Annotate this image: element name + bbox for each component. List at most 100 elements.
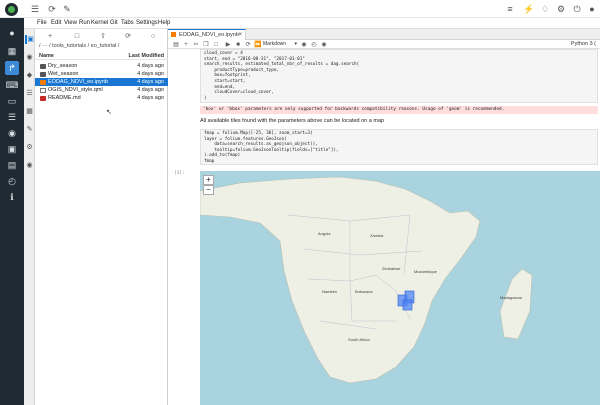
jupyter-icon[interactable]: ↱: [5, 61, 19, 75]
code-cell-map[interactable]: fmap = folium.Map([-25, 30], zoom_start=…: [200, 129, 598, 165]
terminal-icon[interactable]: ⌨: [5, 78, 19, 92]
cell-type-select[interactable]: Markdown ▾: [263, 41, 297, 48]
file-row[interactable]: EODAG_NDVI_eo.ipynb 4 days ago: [35, 78, 168, 86]
map-canvas[interactable]: [200, 171, 600, 405]
mouse-cursor-icon: ↖: [106, 109, 112, 116]
storage-icon[interactable]: ▤: [5, 158, 19, 172]
map-label: Zambia: [370, 233, 384, 238]
output-prompt: [3]:: [174, 171, 185, 176]
edit-icon[interactable]: ✎: [62, 4, 72, 14]
refresh-icon[interactable]: ⟳: [47, 4, 57, 14]
map-label: Angola: [318, 231, 331, 236]
file-row[interactable]: OGIS_NDVI_style.qml 4 days ago: [35, 86, 168, 94]
menu-help[interactable]: Help: [158, 20, 170, 26]
book-icon[interactable]: ▣: [5, 142, 19, 156]
file-list-header: Name Last Modified: [35, 52, 168, 60]
menu-run[interactable]: Run: [79, 20, 90, 26]
menu-edit[interactable]: Edit: [51, 20, 61, 26]
save-icon[interactable]: ▤: [172, 41, 180, 49]
tile-footprint[interactable]: [402, 299, 413, 311]
menu-file[interactable]: File: [37, 20, 47, 26]
menu-kernel[interactable]: Kernel: [91, 20, 108, 26]
info-icon[interactable]: ℹ: [5, 190, 19, 204]
new-launcher-icon[interactable]: +: [45, 32, 55, 41]
notebook-content: cloud_cover = 4 start, end = "2016-08-31…: [168, 49, 600, 405]
menu-bar: File Edit View Run Kernel Git Tabs Setti…: [24, 18, 600, 29]
notebook-toolbar: ▤ + ✂ ❐ □ ▶ ■ ⟳ ⏩ Markdown ▾ ◉ ◴ ◉ Pytho…: [168, 40, 600, 49]
notebook-icon: [40, 79, 46, 85]
tasks-icon[interactable]: ≡: [505, 4, 515, 14]
file-row[interactable]: Dry_season 4 days ago: [35, 62, 168, 70]
restart-icon[interactable]: ⟳: [244, 41, 252, 49]
kernel-name[interactable]: Python 3 (: [571, 41, 596, 47]
file-name: Wet_season: [48, 71, 79, 77]
menu-settings[interactable]: Settings: [136, 20, 158, 26]
hamburger-menu-icon[interactable]: ☰: [30, 4, 40, 14]
refresh-files-icon[interactable]: ⟳: [123, 32, 133, 41]
upload-icon[interactable]: ⇧: [98, 32, 108, 41]
history-icon[interactable]: ◴: [310, 41, 318, 49]
file-name: README.md: [48, 95, 81, 101]
file-row[interactable]: Wet_season 4 days ago: [35, 70, 168, 78]
markdown-icon: [40, 95, 46, 101]
menu-tabs[interactable]: Tabs: [121, 20, 134, 26]
monitor-icon[interactable]: ▭: [5, 94, 19, 108]
insert-cell-icon[interactable]: +: [182, 41, 190, 49]
map-output[interactable]: + − Angola Zambia Namibia Botswana Zimba…: [200, 171, 600, 405]
notebook-tab[interactable]: EODAG_NDVI_eo.ipynb ×: [168, 29, 246, 40]
toc-tab-icon[interactable]: ☰: [25, 89, 34, 98]
cut-icon[interactable]: ✂: [192, 41, 200, 49]
file-name: EODAG_NDVI_eo.ipynb: [48, 79, 108, 85]
top-header: ☰ ⟳ ✎ ≡ ⚡ ♢ ⚙ ⏻ ●: [0, 0, 600, 18]
debugger-tab-icon[interactable]: ⚙: [25, 143, 34, 152]
menu-git[interactable]: Git: [110, 20, 118, 26]
globe-icon[interactable]: ◉: [5, 126, 19, 140]
extension-tab-icon[interactable]: ▦: [25, 107, 34, 116]
close-tab-icon[interactable]: ×: [238, 30, 242, 40]
madagascar-landmass: [499, 268, 533, 340]
markdown-cell[interactable]: All available tiles found with the param…: [200, 118, 384, 124]
account-icon[interactable]: ●: [5, 26, 19, 40]
map-label: Botswana: [355, 289, 373, 294]
cell-type-value: Markdown: [263, 41, 287, 47]
file-modified: 4 days ago: [137, 87, 164, 93]
dashboard-icon[interactable]: ▦: [5, 44, 19, 58]
column-name-header[interactable]: Name: [39, 53, 54, 59]
lab-sidebar-tabs: ▣ ◉ ◆ ☰ ▦ ✎ ⚙ ◉: [24, 29, 35, 405]
fast-forward-icon[interactable]: ⏩: [254, 41, 262, 49]
file-row[interactable]: README.md 4 days ago: [35, 94, 168, 102]
warning-output: 'box' or 'bbox' parameters are only supp…: [200, 106, 598, 114]
layers-icon[interactable]: ☰: [5, 110, 19, 124]
running-tab-icon[interactable]: ◉: [25, 53, 34, 62]
bell-icon[interactable]: ♢: [540, 4, 550, 14]
power-icon[interactable]: ⏻: [572, 4, 582, 14]
new-folder-icon[interactable]: □: [72, 32, 82, 41]
file-name: Dry_season: [48, 63, 78, 69]
git-icon[interactable]: ◉: [300, 41, 308, 49]
map-label: Namibia: [322, 289, 337, 294]
file-modified: 4 days ago: [137, 95, 164, 101]
menu-view[interactable]: View: [64, 20, 77, 26]
column-modified-header[interactable]: Last Modified: [129, 53, 164, 59]
file-browser-tab-icon[interactable]: ▣: [25, 35, 34, 44]
code-cell-search[interactable]: cloud_cover = 4 start, end = "2016-08-31…: [200, 49, 598, 103]
zoom-in-button[interactable]: +: [203, 175, 214, 185]
run-icon[interactable]: ▶: [224, 41, 232, 49]
git-clone-icon[interactable]: ○: [148, 32, 158, 41]
git-tab-icon[interactable]: ◆: [25, 71, 34, 80]
app-nav-rail: ● ▦ ↱ ⌨ ▭ ☰ ◉ ▣ ▤ ◴ ℹ: [0, 18, 24, 405]
property-tab-icon[interactable]: ◉: [25, 161, 34, 170]
copy-icon[interactable]: ❐: [202, 41, 210, 49]
commands-tab-icon[interactable]: ✎: [25, 125, 34, 134]
settings-icon[interactable]: ⚙: [556, 4, 566, 14]
bolt-off-icon[interactable]: ⚡: [523, 4, 534, 14]
zoom-out-button[interactable]: −: [203, 185, 214, 195]
notebook-tab-icon: [171, 32, 176, 37]
history-icon[interactable]: ◴: [5, 174, 19, 188]
breadcrumb[interactable]: / ··· / tools_tutorials / eo_tutorial /: [39, 43, 119, 49]
paste-icon[interactable]: □: [212, 41, 220, 49]
file-browser: + □ ⇧ ⟳ ○ / ··· / tools_tutorials / eo_t…: [35, 29, 168, 405]
map-label: Madagascar: [500, 295, 523, 300]
stop-icon[interactable]: ■: [234, 41, 242, 49]
user-icon[interactable]: ●: [587, 4, 597, 14]
